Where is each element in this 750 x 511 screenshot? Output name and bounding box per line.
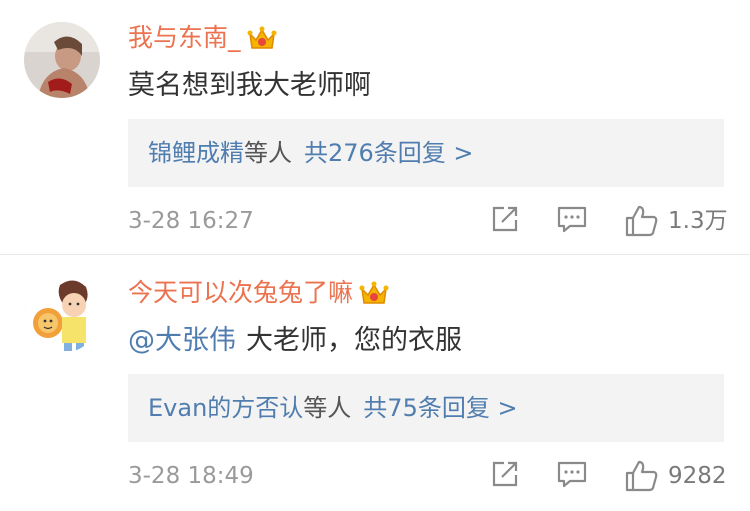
comment-body: 莫名想到我大老师啊 — [128, 70, 371, 101]
comment-body: 大老师，您的衣服 — [246, 325, 462, 356]
timestamp: 3-28 18:49 — [128, 463, 254, 489]
avatar[interactable] — [24, 22, 100, 98]
reply-count-link[interactable]: 共276条回复 > — [304, 139, 474, 167]
username[interactable]: 我与东南_ — [128, 20, 277, 56]
comment-icon — [557, 206, 587, 233]
reply-summary[interactable]: 锦鲤成精等人 共276条回复 > — [128, 119, 724, 187]
comment-icon — [557, 461, 587, 488]
share-button[interactable] — [490, 204, 520, 238]
username[interactable]: 今天可以次兔兔了嘛 — [128, 275, 389, 311]
reply-names[interactable]: Evan的方否认 — [148, 394, 303, 422]
comment-item: 我与东南_ 莫名想到我大老师啊 锦鲤成精等人 共276条回复 > 3-28 16:… — [0, 0, 750, 255]
thumbs-up-icon — [625, 460, 658, 492]
mention-link[interactable]: @大张伟 — [128, 325, 236, 356]
share-icon — [492, 461, 518, 487]
reply-suffix: 等人 — [244, 139, 292, 167]
timestamp: 3-28 16:27 — [128, 208, 254, 234]
comment-text: @大张伟 大老师，您的衣服 — [128, 321, 462, 361]
share-button[interactable] — [490, 459, 520, 493]
username-text[interactable]: 我与东南_ — [128, 23, 241, 52]
reply-suffix: 等人 — [303, 394, 352, 422]
thumbs-up-icon — [625, 205, 658, 237]
reply-names[interactable]: 锦鲤成精 — [148, 139, 244, 167]
like-button[interactable] — [624, 459, 660, 493]
like-count: 9282 — [668, 463, 727, 489]
reply-summary[interactable]: Evan的方否认等人 共75条回复 > — [128, 374, 724, 442]
avatar[interactable] — [24, 277, 100, 353]
comment-text: 莫名想到我大老师啊 — [128, 66, 371, 106]
like-button[interactable] — [624, 204, 660, 238]
avatar-photo — [24, 22, 100, 98]
username-text[interactable]: 今天可以次兔兔了嘛 — [128, 278, 353, 307]
crown-icon — [359, 281, 389, 307]
crown-icon — [247, 26, 277, 52]
like-count: 1.3万 — [668, 208, 728, 234]
reply-count-link[interactable]: 共75条回复 > — [363, 394, 517, 422]
comment-button[interactable] — [556, 459, 588, 493]
comment-button[interactable] — [556, 204, 588, 238]
cartoon-lion-avatar — [24, 277, 100, 353]
share-icon — [492, 206, 518, 232]
comment-item: 今天可以次兔兔了嘛 @大张伟 大老师，您的衣服 Evan的方否认等人 共75条回复 … — [0, 255, 750, 511]
